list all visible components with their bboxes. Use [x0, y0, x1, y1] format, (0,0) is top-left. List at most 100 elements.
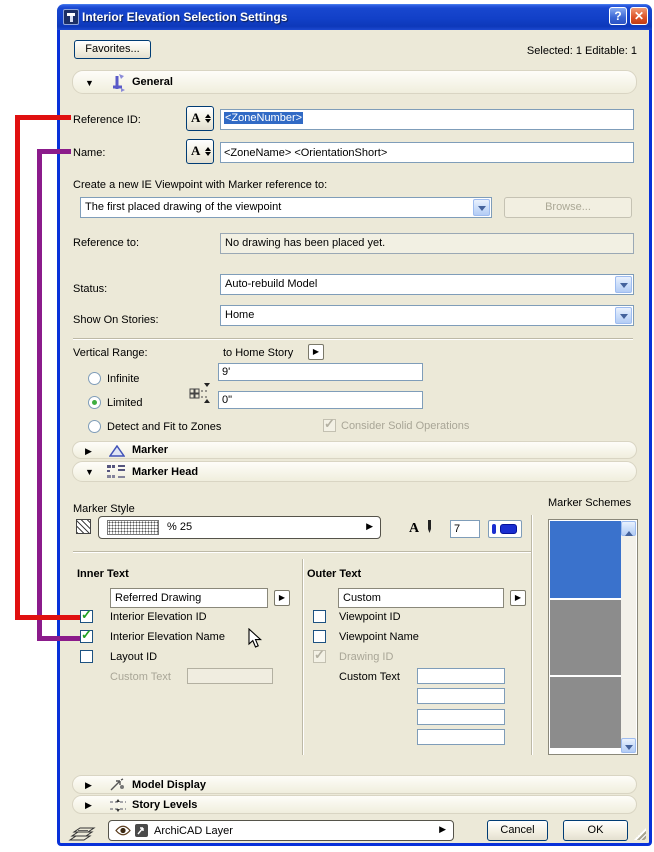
mouse-cursor [248, 628, 263, 649]
close-button[interactable]: ✕ [630, 7, 648, 25]
eye-icon [115, 825, 131, 836]
help-button[interactable]: ? [609, 7, 627, 25]
checkbox-drawing-id: ✓ [313, 647, 326, 663]
red-annotation-line [15, 115, 71, 120]
section-marker-head-label: Marker Head [132, 466, 199, 478]
story-range-icon [188, 381, 214, 405]
outer-custom-text-field-2[interactable] [417, 688, 505, 704]
pen-number-field[interactable] [450, 520, 480, 538]
chevron-down-icon[interactable] [615, 307, 632, 324]
collapse-arrow-icon: ▼ [85, 78, 94, 88]
check-icon: ✓ [81, 607, 92, 622]
schemes-scrollbar[interactable] [621, 521, 636, 753]
check-icon: ✓ [314, 647, 325, 662]
check-icon: ✓ [324, 416, 335, 431]
expand-arrow-icon: ▶ [85, 780, 92, 790]
purple-annotation-line [37, 636, 80, 641]
marker-schemes-list[interactable] [548, 519, 638, 755]
outer-custom-text-field-4[interactable] [417, 729, 505, 745]
status-dropdown[interactable]: Auto-rebuild Model [220, 274, 634, 295]
inner-text-flyout-button[interactable]: ▶ [274, 590, 290, 606]
outer-text-dropdown[interactable]: Custom [338, 588, 504, 608]
scheme-swatch-selected[interactable] [550, 521, 622, 598]
divider [73, 338, 633, 340]
expand-arrow-icon: ▶ [85, 446, 92, 456]
marker-fill-dropdown[interactable]: % 25 ▶ [98, 516, 381, 539]
home-story-flyout-button[interactable]: ▶ [308, 344, 324, 360]
bottom-offset-field[interactable] [218, 391, 423, 409]
scheme-swatch[interactable] [550, 677, 622, 748]
scheme-swatch[interactable] [550, 600, 622, 675]
viewpoint-id-label: Viewpoint ID [339, 611, 401, 623]
viewpoint-reference-dropdown[interactable]: The first placed drawing of the viewpoin… [80, 197, 492, 218]
name-field[interactable] [220, 142, 634, 163]
layer-dropdown[interactable]: ArchiCAD Layer ▶ [108, 820, 454, 841]
inner-text-dropdown[interactable]: Referred Drawing [110, 588, 268, 608]
fill-pattern-swatch [107, 520, 159, 535]
reference-to-label: Reference to: [73, 237, 140, 249]
favorites-button[interactable]: Favorites... [74, 40, 151, 59]
expand-arrow-icon: ▶ [85, 800, 92, 810]
outer-text-label: Outer Text [307, 568, 362, 580]
interior-elevation-id-label: Interior Elevation ID [110, 611, 207, 623]
section-marker[interactable]: ▶ Marker [72, 441, 637, 459]
radio-detect-fit-zones[interactable] [88, 420, 101, 433]
autotext-a-icon: A [191, 143, 201, 158]
section-model-display[interactable]: ▶ Model Display [72, 775, 637, 794]
reference-id-label: Reference ID: [73, 114, 141, 126]
chevron-down-icon[interactable] [615, 276, 632, 293]
general-icon [109, 73, 127, 93]
radio-infinite-label: Infinite [107, 373, 140, 385]
marker-style-label: Marker Style [73, 503, 135, 515]
checkbox-interior-elevation-name[interactable]: ✓ [80, 627, 93, 643]
inner-text-label: Inner Text [77, 568, 129, 580]
radio-infinite[interactable] [88, 372, 101, 385]
marker-head-icon [106, 464, 126, 482]
chevron-down-icon[interactable] [473, 199, 490, 216]
outer-custom-text-field-3[interactable] [417, 709, 505, 725]
check-icon: ✓ [81, 627, 92, 642]
purple-annotation-line [37, 149, 71, 154]
layer-name: ArchiCAD Layer [154, 825, 233, 837]
divider [73, 551, 531, 553]
scroll-up-icon[interactable] [621, 521, 636, 536]
archicad-logo-icon [135, 824, 148, 837]
top-offset-field[interactable] [218, 363, 423, 381]
resize-grip[interactable] [634, 828, 646, 840]
name-label: Name: [73, 147, 106, 159]
section-story-levels[interactable]: ▶ Story Levels [72, 795, 637, 814]
checkbox-layout-id[interactable] [80, 650, 93, 663]
pen-weight-icon: A [409, 519, 434, 537]
show-on-stories-dropdown[interactable]: Home [220, 305, 634, 326]
marker-schemes-label: Marker Schemes [548, 497, 632, 509]
checkbox-viewpoint-id[interactable] [313, 610, 326, 623]
section-general[interactable]: ▼ General [72, 70, 637, 94]
outer-text-flyout-button[interactable]: ▶ [510, 590, 526, 606]
autotext-a-icon: A [191, 110, 201, 125]
viewpoint-reference-label: Create a new IE Viewpoint with Marker re… [73, 179, 328, 191]
pen-color-button[interactable] [488, 520, 522, 538]
reference-id-field[interactable]: <ZoneNumber> [220, 109, 634, 130]
radio-detect-fit-zones-label: Detect and Fit to Zones [107, 421, 222, 433]
section-marker-head[interactable]: ▼ Marker Head [72, 461, 637, 482]
interior-elevation-settings-dialog: Interior Elevation Selection Settings ? … [57, 4, 652, 846]
divider [531, 515, 533, 755]
checkbox-interior-elevation-id[interactable]: ✓ [80, 607, 93, 623]
drawing-id-label: Drawing ID [339, 651, 394, 663]
flyout-arrow-icon: ▶ [366, 521, 373, 531]
title-bar[interactable]: Interior Elevation Selection Settings ? … [57, 4, 652, 30]
outer-custom-text-field-1[interactable] [417, 668, 505, 684]
pen-color-bar [492, 524, 496, 534]
model-display-icon [109, 778, 125, 792]
reference-id-selected-text: <ZoneNumber> [224, 112, 304, 124]
scroll-down-icon[interactable] [621, 738, 636, 753]
selection-status: Selected: 1 Editable: 1 [526, 45, 637, 57]
checkbox-viewpoint-name[interactable] [313, 630, 326, 643]
section-general-label: General [132, 76, 173, 88]
radio-limited[interactable] [88, 396, 101, 409]
ok-button[interactable]: OK [563, 820, 628, 841]
cancel-button[interactable]: Cancel [487, 820, 548, 841]
autotext-button-name[interactable]: A [186, 139, 214, 164]
autotext-button-reference-id[interactable]: A [186, 106, 214, 131]
inner-custom-text-field [187, 668, 273, 684]
